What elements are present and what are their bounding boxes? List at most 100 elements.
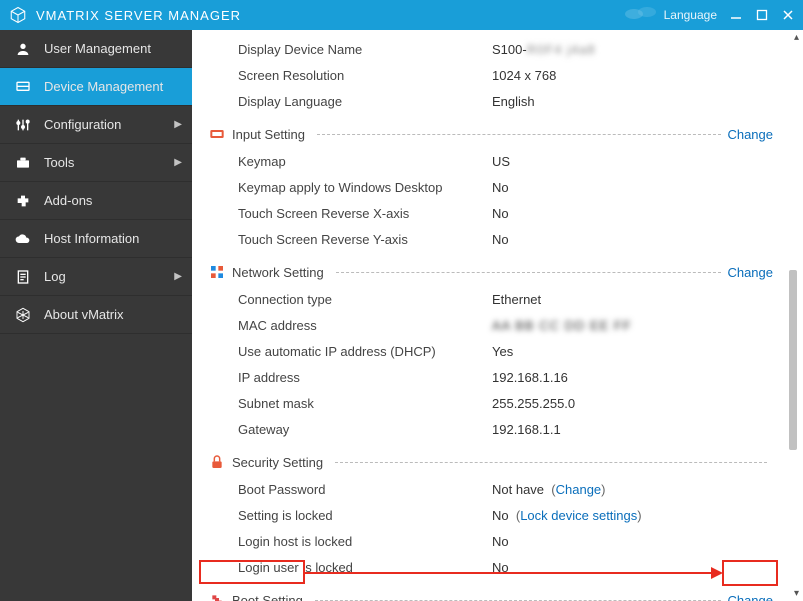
change-password-link[interactable]: Change xyxy=(556,482,602,497)
setting-row: Display Language English xyxy=(202,88,773,114)
setting-row: Touch Screen Reverse Y-axisNo xyxy=(202,226,773,252)
setting-key: MAC address xyxy=(202,318,492,333)
setting-value: Yes xyxy=(492,344,513,359)
setting-row: Gateway192.168.1.1 xyxy=(202,416,773,442)
divider xyxy=(317,134,721,135)
language-label: Language xyxy=(664,8,717,22)
sidebar-item-label: Add-ons xyxy=(44,193,92,208)
setting-row: Screen Resolution 1024 x 768 xyxy=(202,62,773,88)
globe-icon xyxy=(624,6,658,25)
sidebar-item-label: Log xyxy=(44,269,66,284)
change-link[interactable]: Change xyxy=(727,127,773,142)
section-title: Boot Setting xyxy=(232,593,303,601)
setting-row: Use automatic IP address (DHCP)Yes xyxy=(202,338,773,364)
setting-value: US xyxy=(492,154,510,169)
boot-icon xyxy=(208,591,226,601)
section-boot-setting: Boot Setting Change xyxy=(202,586,773,601)
minimize-button[interactable] xyxy=(729,8,743,22)
setting-key: Display Device Name xyxy=(202,42,492,57)
setting-key: Setting is locked xyxy=(202,508,492,523)
setting-value: No xyxy=(492,180,509,195)
scroll-down-icon[interactable]: ▾ xyxy=(794,588,799,599)
setting-key: Display Language xyxy=(202,94,492,109)
change-link[interactable]: Change xyxy=(727,593,773,601)
lock-settings-link[interactable]: Lock device settings xyxy=(520,508,637,523)
setting-key: Touch Screen Reverse X-axis xyxy=(202,206,492,221)
sidebar-item-label: Device Management xyxy=(44,79,163,94)
chevron-right-icon: ▶ xyxy=(174,119,182,130)
language-selector[interactable]: Language xyxy=(624,6,717,25)
setting-row: MAC addressAA BB CC DD EE FF xyxy=(202,312,773,338)
setting-value: Ethernet xyxy=(492,292,541,307)
setting-value: No (Lock device settings) xyxy=(492,508,642,523)
sidebar-item-label: Host Information xyxy=(44,231,139,246)
setting-row: Login user is lockedNo xyxy=(202,554,773,580)
section-title: Network Setting xyxy=(232,265,324,280)
network-icon xyxy=(208,263,226,281)
setting-key: Keymap xyxy=(202,154,492,169)
setting-key: Touch Screen Reverse Y-axis xyxy=(202,232,492,247)
sidebar-item-label: Tools xyxy=(44,155,74,170)
setting-key: Login host is locked xyxy=(202,534,492,549)
divider xyxy=(315,600,722,601)
setting-key: IP address xyxy=(202,370,492,385)
sidebar-item-addons[interactable]: Add-ons xyxy=(0,182,192,220)
setting-row: Display Device Name S100-R0F4 j4a8 xyxy=(202,36,773,62)
setting-row: Boot Password Not have (Change) xyxy=(202,476,773,502)
setting-value: No xyxy=(492,534,509,549)
sidebar-item-label: About vMatrix xyxy=(44,307,123,322)
chevron-right-icon: ▶ xyxy=(174,157,182,168)
setting-value: S100-R0F4 j4a8 xyxy=(492,42,596,57)
setting-value: 255.255.255.0 xyxy=(492,396,575,411)
sidebar-item-tools[interactable]: Tools ▶ xyxy=(0,144,192,182)
scroll-up-icon[interactable]: ▴ xyxy=(794,32,799,43)
setting-value: No xyxy=(492,206,509,221)
close-button[interactable] xyxy=(781,8,795,22)
about-icon xyxy=(14,306,32,324)
sidebar-item-label: Configuration xyxy=(44,117,121,132)
chevron-right-icon: ▶ xyxy=(174,271,182,282)
maximize-button[interactable] xyxy=(755,8,769,22)
sidebar-item-host-information[interactable]: Host Information xyxy=(0,220,192,258)
app-title: VMATRIX SERVER MANAGER xyxy=(36,8,624,23)
setting-key: Subnet mask xyxy=(202,396,492,411)
cloud-icon xyxy=(14,230,32,248)
setting-value: 192.168.1.1 xyxy=(492,422,561,437)
scrollbar[interactable]: ▴ ▾ xyxy=(785,30,801,601)
puzzle-icon xyxy=(14,192,32,210)
setting-value: 192.168.1.16 xyxy=(492,370,568,385)
sidebar-item-configuration[interactable]: Configuration ▶ xyxy=(0,106,192,144)
user-icon xyxy=(14,40,32,58)
content-pane: Display Device Name S100-R0F4 j4a8 Scree… xyxy=(192,30,803,601)
device-icon xyxy=(14,78,32,96)
section-title: Input Setting xyxy=(232,127,305,142)
setting-row: Login host is lockedNo xyxy=(202,528,773,554)
titlebar: VMATRIX SERVER MANAGER Language xyxy=(0,0,803,30)
sidebar-item-label: User Management xyxy=(44,41,151,56)
divider xyxy=(336,272,722,273)
setting-value: No xyxy=(492,232,509,247)
change-link[interactable]: Change xyxy=(727,265,773,280)
sidebar-item-about[interactable]: About vMatrix xyxy=(0,296,192,334)
sidebar-item-user-management[interactable]: User Management xyxy=(0,30,192,68)
section-security-setting: Security Setting xyxy=(202,448,773,476)
setting-key: Gateway xyxy=(202,422,492,437)
setting-value: Not have (Change) xyxy=(492,482,606,497)
setting-key: Screen Resolution xyxy=(202,68,492,83)
setting-key: Keymap apply to Windows Desktop xyxy=(202,180,492,195)
setting-row: Connection typeEthernet xyxy=(202,286,773,312)
setting-row: Touch Screen Reverse X-axisNo xyxy=(202,200,773,226)
sidebar-item-device-management[interactable]: Device Management xyxy=(0,68,192,106)
sliders-icon xyxy=(14,116,32,134)
scroll-thumb[interactable] xyxy=(789,270,797,450)
setting-row: Keymap apply to Windows DesktopNo xyxy=(202,174,773,200)
section-title: Security Setting xyxy=(232,455,323,470)
setting-value: English xyxy=(492,94,535,109)
sidebar: User Management Device Management Config… xyxy=(0,30,192,601)
setting-value: 1024 x 768 xyxy=(492,68,556,83)
sidebar-item-log[interactable]: Log ▶ xyxy=(0,258,192,296)
setting-row: KeymapUS xyxy=(202,148,773,174)
section-input-setting: Input Setting Change xyxy=(202,120,773,148)
divider xyxy=(335,462,767,463)
setting-key: Connection type xyxy=(202,292,492,307)
